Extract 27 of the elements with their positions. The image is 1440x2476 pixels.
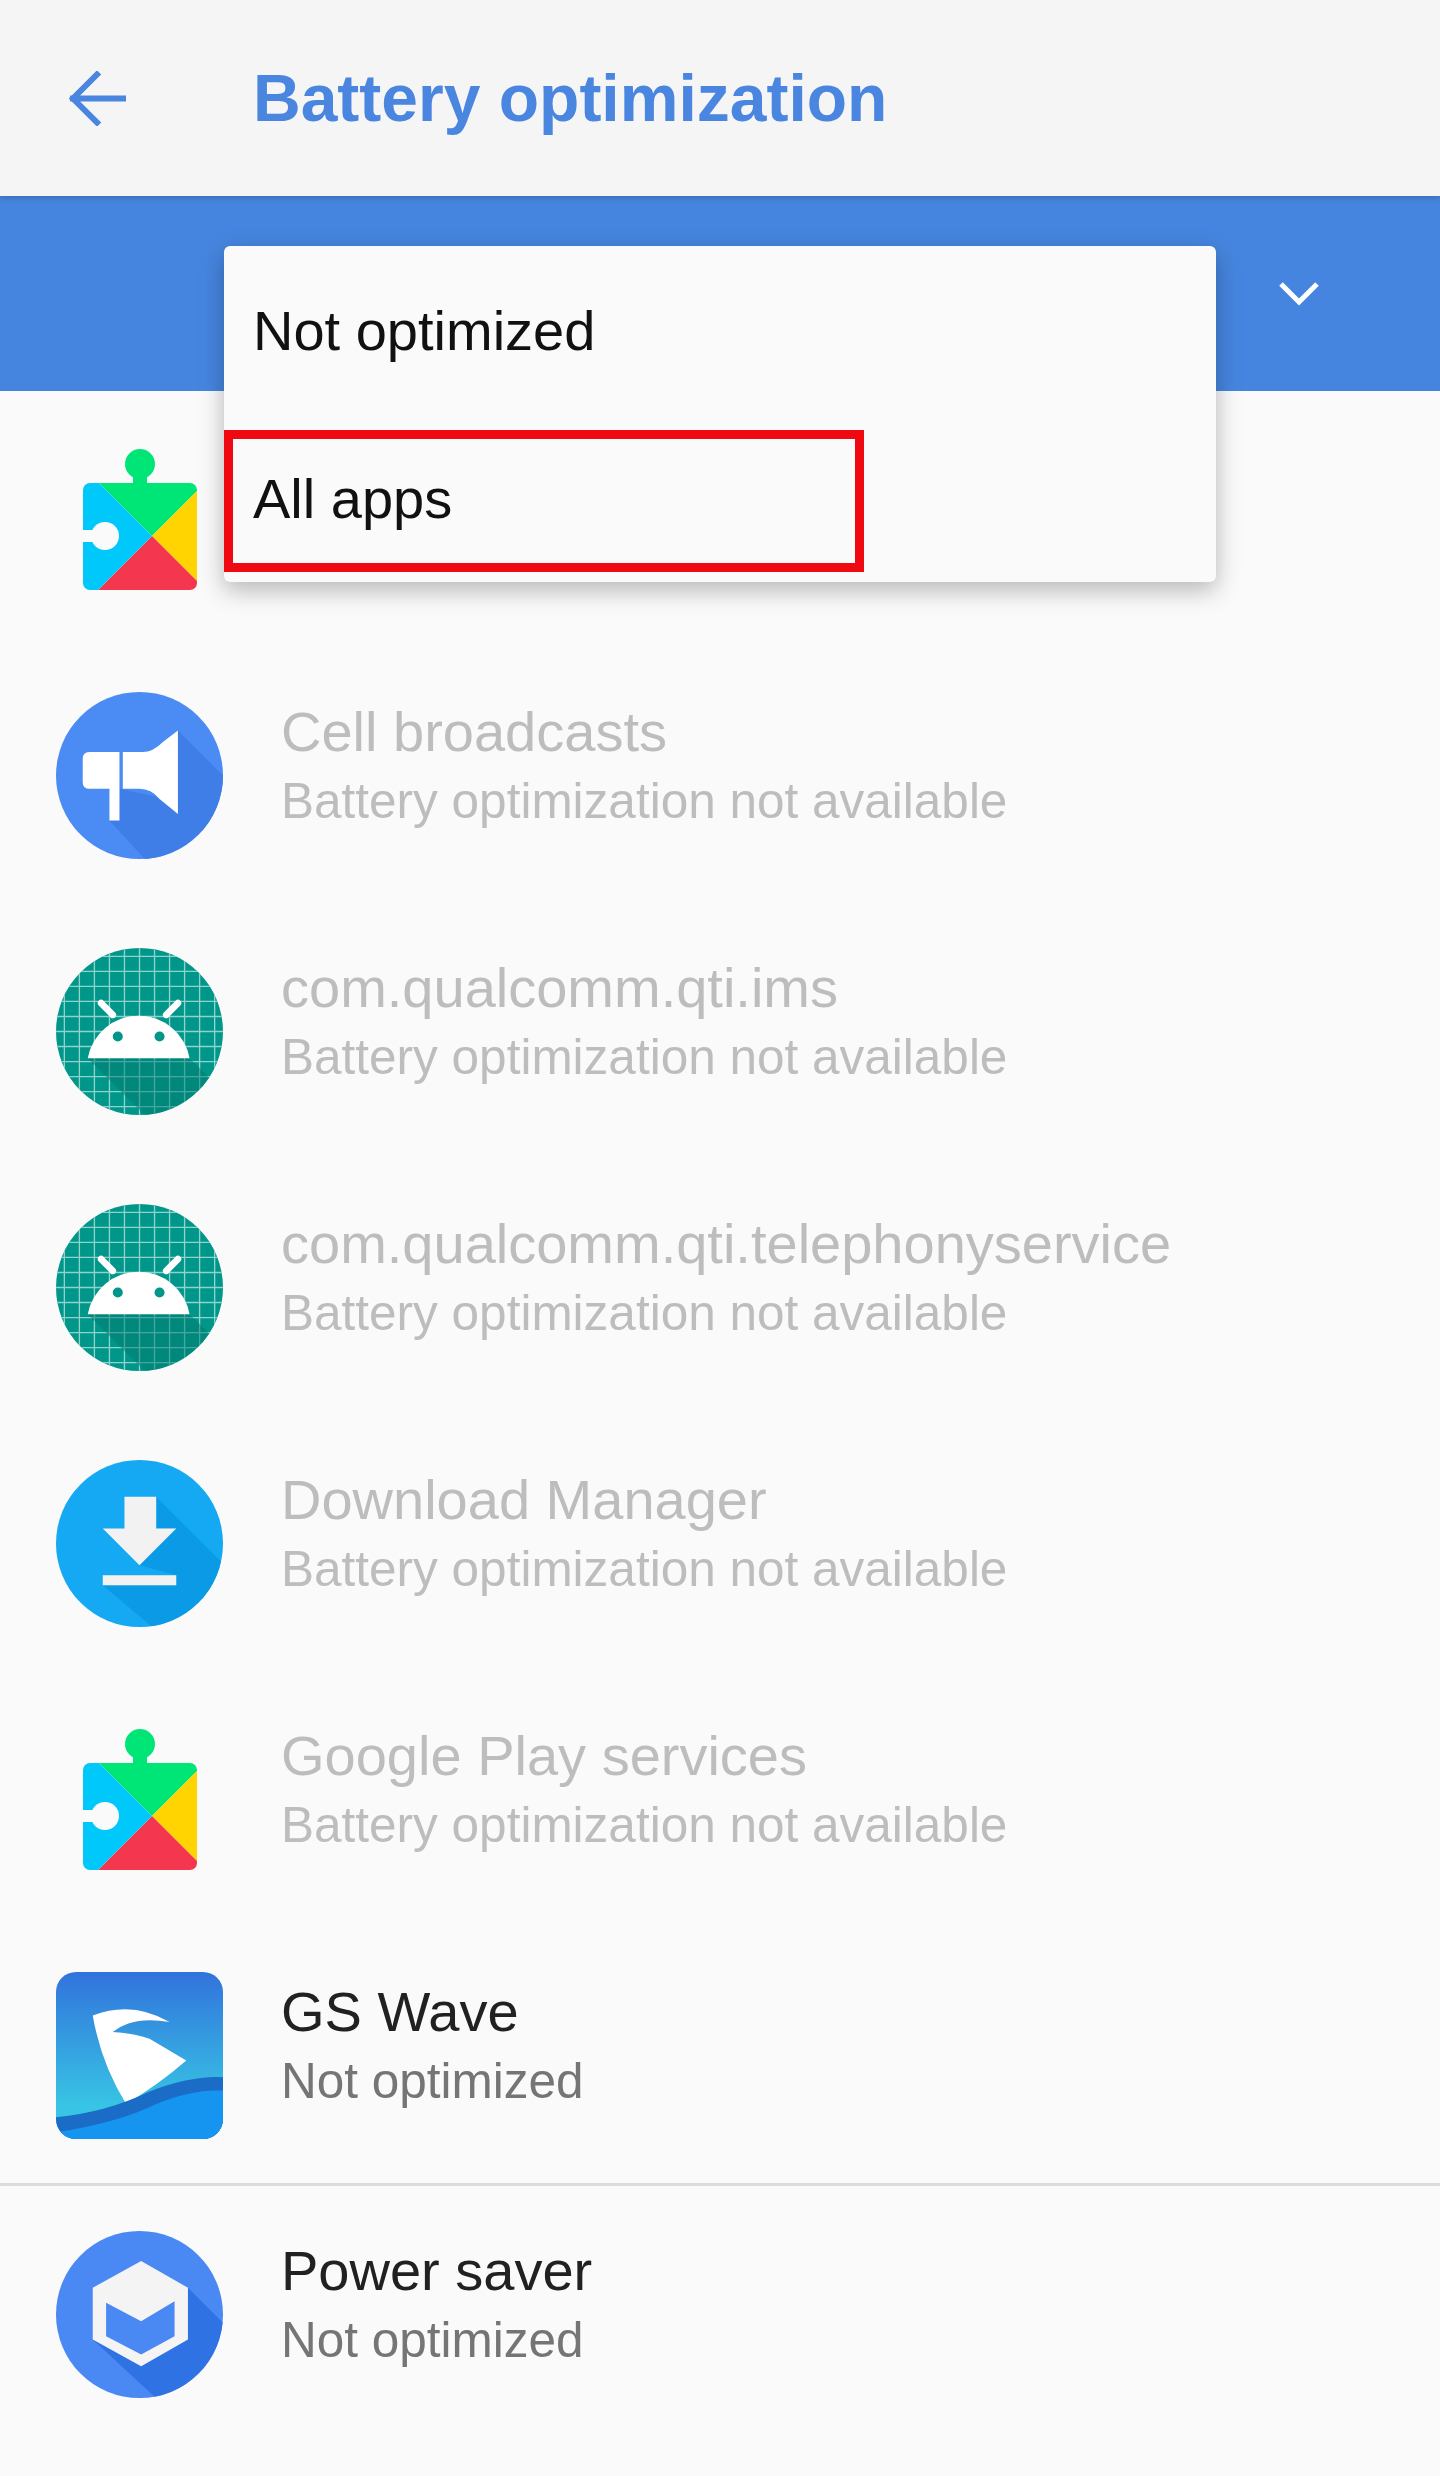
optimization-status: Battery optimization not available: [281, 1796, 1008, 1854]
android-robot-icon: [56, 1203, 223, 1371]
android-robot-icon: [56, 947, 223, 1115]
app-name: Google Play services: [281, 1723, 807, 1789]
screen-title: Battery optimization: [253, 60, 888, 136]
app-name: Cell broadcasts: [281, 699, 667, 765]
menu-item[interactable]: Not optimized: [224, 246, 1216, 414]
sail-wave-icon: [56, 1971, 223, 2139]
puzzle-piece-icon: [82, 1728, 197, 1870]
chevron-down-icon[interactable]: [1278, 281, 1320, 306]
optimization-status: Battery optimization not available: [281, 772, 1008, 830]
optimization-status: Not optimized: [281, 2311, 584, 2369]
optimization-status: Battery optimization not available: [281, 1284, 1008, 1342]
optimization-status: Not optimized: [281, 2052, 584, 2110]
menu-item[interactable]: All apps: [224, 414, 1216, 582]
optimization-status: Battery optimization not available: [281, 1028, 1008, 1086]
megaphone-icon: [56, 691, 223, 859]
app-name: com.qualcomm.qti.ims: [281, 955, 839, 1021]
cube-icon: [56, 2230, 223, 2398]
app-name: com.qualcomm.qti.telephonyservice: [281, 1211, 1172, 1277]
optimization-status: Battery optimization not available: [281, 1540, 1008, 1598]
app-name: GS Wave: [281, 1979, 519, 2045]
app-name: Download Manager: [281, 1467, 767, 1533]
download-icon: [56, 1459, 223, 1627]
puzzle-piece-icon: [82, 448, 197, 590]
app-name: Power saver: [281, 2238, 593, 2304]
back-arrow-icon[interactable]: [69, 70, 126, 126]
